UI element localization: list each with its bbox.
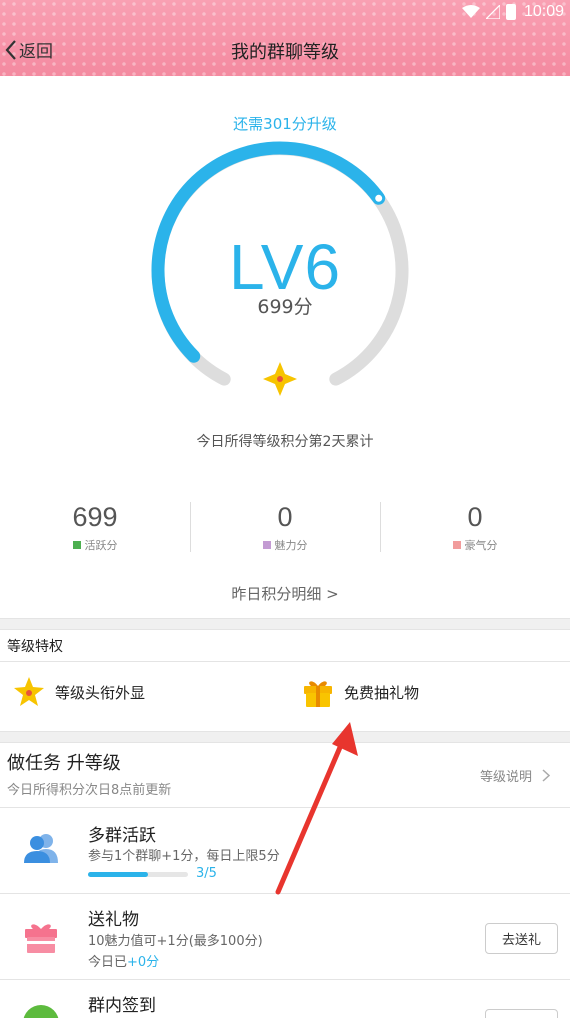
score-stats: 699 活跃分 0 魅力分 0 豪气分 [0, 500, 570, 556]
privilege-label: 等级头衔外显 [55, 683, 146, 702]
tasks-title: 做任务 升等级 [7, 753, 121, 774]
task-item-send-gift: 送礼物 10魅力值可+1分(最多100分) 今日已+0分 去送礼 [0, 894, 570, 979]
divider [0, 618, 570, 629]
stat-label: 豪气分 [464, 539, 498, 552]
status-bar: 10:09 [0, 0, 570, 24]
legend-dot [452, 541, 461, 549]
task-item-checkin: 群内签到 [0, 980, 570, 1018]
gift-box-icon [304, 681, 332, 707]
star-icon [263, 362, 297, 396]
chevron-right-icon [542, 769, 550, 782]
divider [0, 661, 570, 662]
task-name: 送礼物 [88, 910, 139, 930]
stat-active: 699 活跃分 [0, 500, 190, 556]
task-progress-fill [88, 872, 148, 877]
checkin-button[interactable] [485, 1009, 558, 1018]
gauge-knob [373, 192, 385, 204]
stat-label: 魅力分 [274, 539, 308, 552]
task-name: 多群活跃 [88, 826, 156, 846]
task-desc: 参与1个群聊+1分，每日上限5分 [88, 849, 280, 864]
task-progress-text: 3/5 [196, 866, 217, 881]
task-desc: 10魅力值可+1分(最多100分) [88, 934, 263, 949]
score-text: 699分 [257, 296, 313, 318]
today-prefix: 今日已 [88, 955, 128, 970]
task-today-status: 今日已+0分 [88, 951, 159, 970]
stat-value: 0 [467, 502, 483, 532]
task-name: 群内签到 [88, 996, 156, 1016]
battery-icon [505, 4, 516, 20]
tasks-subtitle: 今日所得积分次日8点前更新 [7, 783, 172, 798]
privilege-label: 免费抽礼物 [344, 683, 420, 702]
legend-dot [262, 541, 271, 549]
today-note: 今日所得等级积分第2天累计 [196, 434, 374, 450]
wifi-icon [461, 5, 480, 18]
header-bar: 10:09 返回 我的群聊等级 [0, 0, 570, 76]
legend-dot [72, 541, 81, 549]
annotation-arrow [275, 722, 358, 895]
users-icon [24, 834, 58, 863]
privileges-title: 等级特权 [7, 639, 63, 655]
status-time: 10:09 [523, 3, 564, 20]
send-gift-button[interactable]: 去送礼 [485, 923, 558, 954]
task-progress-bar [88, 872, 188, 877]
yesterday-detail-link[interactable]: 昨日积分明细 > [0, 583, 570, 604]
stat-generous: 0 豪气分 [380, 500, 570, 556]
level-explain-label: 等级说明 [479, 770, 532, 785]
gift-icon [25, 924, 57, 953]
stat-value: 0 [277, 502, 293, 532]
divider [0, 618, 570, 619]
stat-charm: 0 魅力分 [190, 500, 380, 556]
divider [0, 629, 570, 630]
privilege-title-display[interactable]: 等级头衔外显 [13, 676, 145, 708]
upgrade-needed-text: 还需301分升级 [233, 115, 337, 133]
signal-icon [485, 5, 500, 19]
privilege-free-gift[interactable]: 免费抽礼物 [302, 676, 419, 708]
today-value: +0分 [127, 955, 160, 970]
star-badge-icon [14, 677, 44, 706]
level-explain-link[interactable]: 等级说明 [480, 766, 550, 785]
checkin-icon [23, 1005, 59, 1018]
stat-value: 699 [72, 502, 118, 532]
page-title: 我的群聊等级 [231, 42, 339, 63]
stat-label: 活跃分 [84, 539, 118, 552]
